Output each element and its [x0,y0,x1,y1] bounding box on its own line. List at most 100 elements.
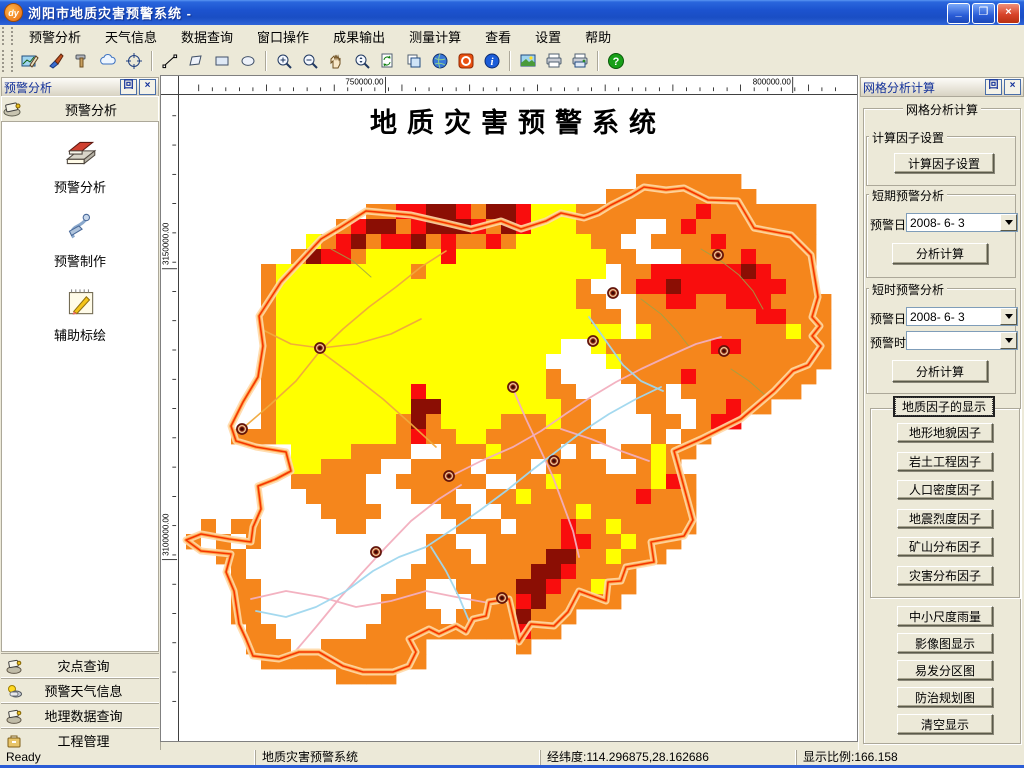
zoom-out-icon-button[interactable] [298,49,322,73]
menu-item-6[interactable]: 查看 [473,25,523,48]
stop-icon-button[interactable] [454,49,478,73]
menu-bar: 预警分析 天气信息 数据查询 窗口操作 成果输出 测量计算 查看 设置 帮助 [0,25,1024,48]
bottom-bar-1[interactable]: 预警天气信息 [1,678,159,703]
polygon-icon-button[interactable] [184,49,208,73]
menu-item-2[interactable]: 数据查询 [169,25,245,48]
short-term-analyze-button[interactable]: 分析计算 [892,243,988,264]
svg-text:750000.00: 750000.00 [345,78,384,87]
town-marker-3[interactable] [587,335,599,347]
menu-item-4[interactable]: 成果输出 [321,25,397,48]
town-marker-7[interactable] [443,470,455,482]
layer-button-0[interactable]: 中小尺度雨量 [897,606,993,626]
crosshair-icon-button[interactable] [122,49,146,73]
factor-button-5[interactable]: 灾害分布因子 [897,565,993,585]
minimize-button[interactable]: _ [947,3,970,24]
factor-button-2[interactable]: 人口密度因子 [897,480,993,499]
zoom-in-icon-button[interactable] [272,49,296,73]
town-marker-4[interactable] [607,287,619,299]
sidebar-item-1[interactable]: 预警制作 [2,210,158,270]
menu-item-8[interactable]: 帮助 [573,25,623,48]
cloud-icon-button[interactable] [96,49,120,73]
refresh-icon-button[interactable] [376,49,400,73]
hand-card-icon [6,659,22,674]
map-canvas[interactable]: 地质灾害预警系统 [179,95,857,741]
short-time-analyze-button[interactable]: 分析计算 [892,360,988,382]
ellipse-icon-button[interactable] [236,49,260,73]
chevron-down-icon[interactable] [1000,214,1017,231]
line-icon-button[interactable] [158,49,182,73]
hammer-icon [75,54,86,68]
left-panel-title: 预警分析 [4,80,53,95]
bottom-bar-2[interactable]: 地理数据查询 [1,703,159,728]
pan-icon-button[interactable] [324,49,348,73]
print-setup-icon-button[interactable] [568,49,592,73]
layer-button-4[interactable]: 清空显示 [897,714,993,734]
menu-item-7[interactable]: 设置 [523,25,573,48]
factor-button-0[interactable]: 地形地貌因子 [897,423,993,442]
svg-text:3150000.00: 3150000.00 [162,222,171,265]
layer-button-1[interactable]: 影像图显示 [897,633,993,653]
toolbar-separator [151,51,153,71]
info-icon: i [484,53,500,69]
factor-setup-button[interactable]: 计算因子设置 [894,153,994,173]
left-panel-close-icon[interactable]: × [139,79,156,95]
hand-stamp-icon [3,102,21,117]
zoom-extent-icon-button[interactable] [350,49,374,73]
layer-button-2[interactable]: 易发分区图 [897,660,993,680]
town-marker-5[interactable] [712,249,724,261]
right-panel-pin-icon[interactable]: 回 [985,79,1002,95]
brush-icon-button[interactable] [44,49,68,73]
short-time-date-combo[interactable]: 2008- 6- 3 [906,307,1018,326]
short-term-frame: 短期预警分析 [866,187,1016,278]
town-marker-10[interactable] [496,592,508,604]
menu-item-3[interactable]: 窗口操作 [245,25,321,48]
layer-button-3[interactable]: 防治规划图 [897,687,993,707]
globe-icon-button[interactable] [428,49,452,73]
menu-item-1[interactable]: 天气信息 [93,25,169,48]
town-marker-6[interactable] [718,345,730,357]
hammer-icon-button[interactable] [70,49,94,73]
print-setup-icon [572,53,588,68]
hand-card-icon [6,709,22,724]
restore-button[interactable]: ❐ [972,3,995,24]
town-marker-1[interactable] [236,423,248,435]
close-button[interactable]: × [997,3,1020,24]
right-panel-close-icon[interactable]: × [1004,79,1021,95]
factor-button-1[interactable]: 岩土工程因子 [897,451,993,471]
rectangle-icon-button[interactable] [210,49,234,73]
toolbar-grip[interactable] [2,49,13,73]
svg-text:800000.00: 800000.00 [753,78,792,87]
sidebar-item-2[interactable]: 辅助标绘 [2,284,158,344]
globe-icon [432,53,448,69]
left-panel-section-header[interactable]: 预警分析 [1,96,159,122]
left-panel-titlebar: 预警分析 回 × [1,77,159,97]
short-term-date-combo[interactable]: 2008- 6- 3 [906,213,1018,232]
sidebar-item-label: 预警制作 [53,254,106,269]
left-panel: 预警分析 回 × 预警分析 预警分析预警制作辅助标绘 灾点查询 预警天气信息 地理数… [0,75,161,753]
menu-item-5[interactable]: 测量计算 [397,25,473,48]
menu-grip[interactable] [2,27,13,45]
town-marker-8[interactable] [548,455,560,467]
image-view-icon-button[interactable] [516,49,540,73]
info-icon-button[interactable]: i [480,49,504,73]
print-icon-button[interactable] [542,49,566,73]
town-marker-0[interactable] [314,342,326,354]
status-ready: Ready [6,750,41,764]
short-time-slot-combo[interactable] [906,331,1018,350]
analysis-map-icon-button[interactable] [18,49,42,73]
short-term-date-value: 2008- 6- 3 [910,216,965,230]
help-icon-button[interactable]: ? [604,49,628,73]
bottom-bar-0[interactable]: 灾点查询 [1,653,159,678]
factor-button-3[interactable]: 地震烈度因子 [897,508,993,528]
town-marker-9[interactable] [370,546,382,558]
chevron-down-icon[interactable] [1000,332,1017,349]
sidebar-item-0[interactable]: 预警分析 [2,136,158,196]
town-marker-2[interactable] [507,381,519,393]
chevron-down-icon[interactable] [1000,308,1017,325]
left-panel-pin-icon[interactable]: 回 [120,79,137,95]
copy-layers-icon-button[interactable] [402,49,426,73]
menu-item-0[interactable]: 预警分析 [17,25,93,48]
geo-factor-display-button[interactable]: 地质因子的显示 [893,396,995,417]
geo-factor-display-label: 地质因子的显示 [895,397,993,416]
factor-button-4[interactable]: 矿山分布因子 [897,537,993,556]
